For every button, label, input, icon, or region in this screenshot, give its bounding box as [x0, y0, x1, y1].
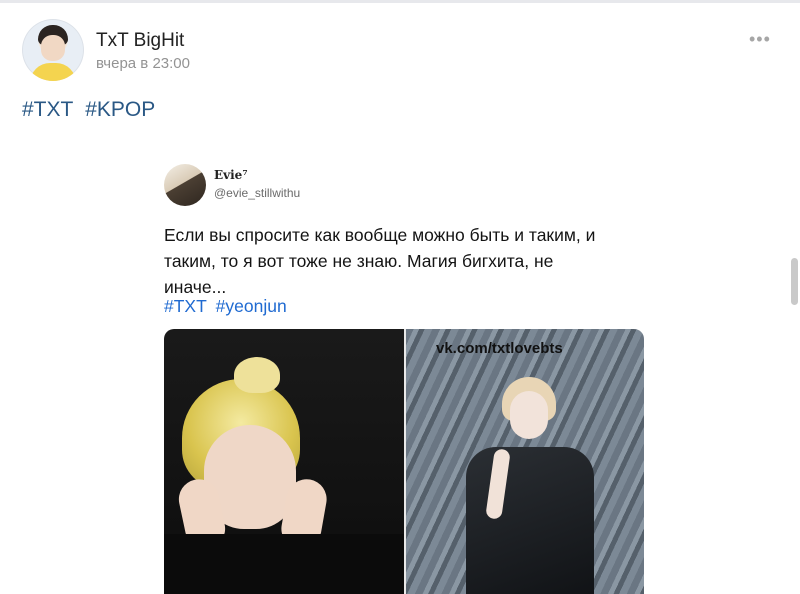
top-divider: [0, 0, 800, 3]
tweet-avatar: [164, 164, 206, 206]
hashtag-link[interactable]: #KPOP: [85, 98, 155, 121]
photo-right-face: [510, 391, 548, 439]
scrollbar-thumb[interactable]: [791, 258, 798, 305]
tweet-hashtag-link: #TXT: [164, 296, 207, 316]
tweet-hashtags: #TXT #yeonjun: [164, 296, 291, 317]
avatar-shirt: [30, 63, 76, 81]
hashtag-link[interactable]: #TXT: [22, 98, 73, 121]
photo-watermark: vk.com/txtlovebts: [436, 340, 563, 357]
photo-left-hair-tuft: [234, 357, 280, 393]
photo-left-body: [164, 534, 404, 594]
tweet-text-line: таким, то я вот тоже не знаю. Магия бигх…: [164, 251, 554, 271]
tweet-hashtag-link: #yeonjun: [215, 296, 287, 316]
tweet-handle: @evie_stillwithu: [214, 186, 301, 200]
photo-right-body: [466, 447, 594, 594]
tweet-text-line: Если вы спросите как вообще можно быть и…: [164, 225, 596, 245]
author-name[interactable]: TxT BigHit: [96, 30, 184, 52]
photo-left: [164, 329, 404, 594]
tweet-text: Если вы спросите как вообще можно быть и…: [164, 222, 664, 300]
avatar-face: [41, 35, 65, 61]
post-time[interactable]: вчера в 23:00: [96, 55, 190, 72]
tweet-author-name: Evie⁷: [214, 168, 248, 182]
more-options-icon[interactable]: •••: [749, 30, 771, 48]
photo-collage[interactable]: vk.com/txtlovebts: [164, 329, 644, 594]
avatar[interactable]: [22, 19, 84, 81]
photo-right: vk.com/txtlovebts: [406, 329, 644, 594]
post-hashtags: #TXT #KPOP: [22, 98, 161, 122]
